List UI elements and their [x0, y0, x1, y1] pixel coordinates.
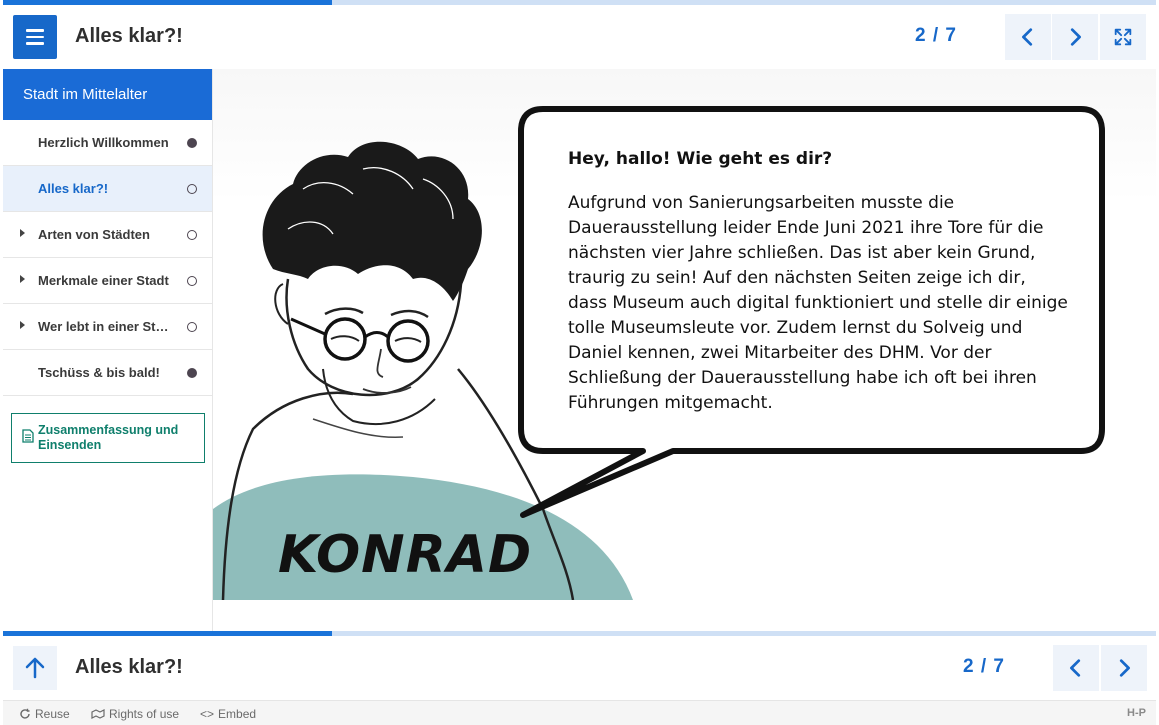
sidebar-heading: Stadt im Mittelalter — [3, 69, 212, 120]
sidebar-item-label: Arten von Städten — [38, 227, 150, 242]
sidebar-item[interactable]: Alles klar?! — [3, 166, 212, 212]
sidebar-item-label: Wer lebt in einer Stadt — [38, 319, 173, 334]
status-dot-icon — [187, 184, 197, 194]
sidebar-item[interactable]: Wer lebt in einer Stadt — [3, 304, 212, 350]
arrow-up-icon — [25, 657, 45, 679]
comic-scene: Hey, hallo! Wie geht es dir? Aufgrund vo… — [213, 69, 1156, 600]
speech-text: Hey, hallo! Wie geht es dir? Aufgrund vo… — [568, 149, 1068, 416]
previous-button[interactable] — [1005, 14, 1051, 60]
header: Alles klar?! 2 / 7 — [3, 5, 1156, 69]
chevron-left-icon — [1022, 28, 1033, 46]
status-dot-icon — [187, 138, 197, 148]
status-dot-icon — [187, 230, 197, 240]
status-dot-icon — [187, 368, 197, 378]
reuse-label: Reuse — [35, 707, 70, 721]
rights-label: Rights of use — [109, 707, 180, 721]
h5p-logo: H-P — [1127, 707, 1146, 719]
reuse-link[interactable]: Reuse — [19, 707, 70, 721]
footer-title: Alles klar?! — [75, 656, 183, 678]
footer-previous-button[interactable] — [1053, 645, 1099, 691]
menu-button[interactable] — [13, 15, 57, 59]
sidebar-item[interactable]: Tschüss & bis bald! — [3, 350, 212, 396]
credits-bar: Reuse Rights of use <> Embed H-P — [3, 700, 1156, 725]
document-icon — [22, 429, 34, 443]
embed-link[interactable]: <> Embed — [200, 707, 256, 721]
sidebar-item[interactable]: Merkmale einer Stadt — [3, 258, 212, 304]
content-area: Hey, hallo! Wie geht es dir? Aufgrund vo… — [213, 69, 1156, 631]
status-dot-icon — [187, 322, 197, 332]
sidebar-item[interactable]: Arten von Städten — [3, 212, 212, 258]
page-title: Alles klar?! — [75, 25, 183, 47]
sidebar-list: Herzlich Willkommen Alles klar?! Arten von… — [3, 120, 212, 396]
status-dot-icon — [187, 276, 197, 286]
menu-icon — [26, 29, 44, 32]
rights-icon — [91, 709, 105, 719]
caret-right-icon[interactable] — [20, 321, 25, 329]
summary-label: Zusammenfassung und Einsenden — [38, 423, 179, 452]
sidebar: Stadt im Mittelalter Herzlich Willkommen… — [3, 69, 213, 631]
bubble-title: Hey, hallo! Wie geht es dir? — [568, 149, 833, 169]
rights-link[interactable]: Rights of use — [91, 707, 179, 721]
chevron-right-icon — [1119, 659, 1130, 677]
caret-right-icon[interactable] — [20, 275, 25, 283]
bubble-body: Aufgrund von Sanierungsarbeiten musste d… — [568, 193, 1068, 413]
summary-button[interactable]: Zusammenfassung und Einsenden — [11, 413, 205, 463]
sidebar-item-label: Merkmale einer Stadt — [38, 273, 169, 288]
sidebar-item-label: Herzlich Willkommen — [38, 135, 169, 150]
character-name: KONRAD — [278, 525, 533, 585]
footer-page-counter: 2 / 7 — [963, 656, 1005, 677]
fullscreen-icon — [1114, 28, 1132, 46]
chevron-left-icon — [1070, 659, 1081, 677]
reuse-icon — [20, 708, 30, 719]
page-counter: 2 / 7 — [915, 25, 957, 46]
embed-icon: <> — [200, 707, 215, 721]
sidebar-item-label: Alles klar?! — [38, 181, 109, 196]
scroll-top-button[interactable] — [13, 646, 57, 690]
embed-label: Embed — [218, 707, 257, 721]
next-button[interactable] — [1052, 14, 1098, 60]
h5p-frame: Alles klar?! 2 / 7 Stadt im Mittelalter … — [3, 0, 1156, 725]
caret-right-icon[interactable] — [20, 229, 25, 237]
footer: Alles klar?! 2 / 7 — [3, 636, 1156, 700]
sidebar-item[interactable]: Herzlich Willkommen — [3, 120, 212, 166]
sidebar-item-label: Tschüss & bis bald! — [38, 365, 160, 380]
footer-next-button[interactable] — [1101, 645, 1147, 691]
fullscreen-button[interactable] — [1100, 14, 1146, 60]
chevron-right-icon — [1070, 28, 1081, 46]
